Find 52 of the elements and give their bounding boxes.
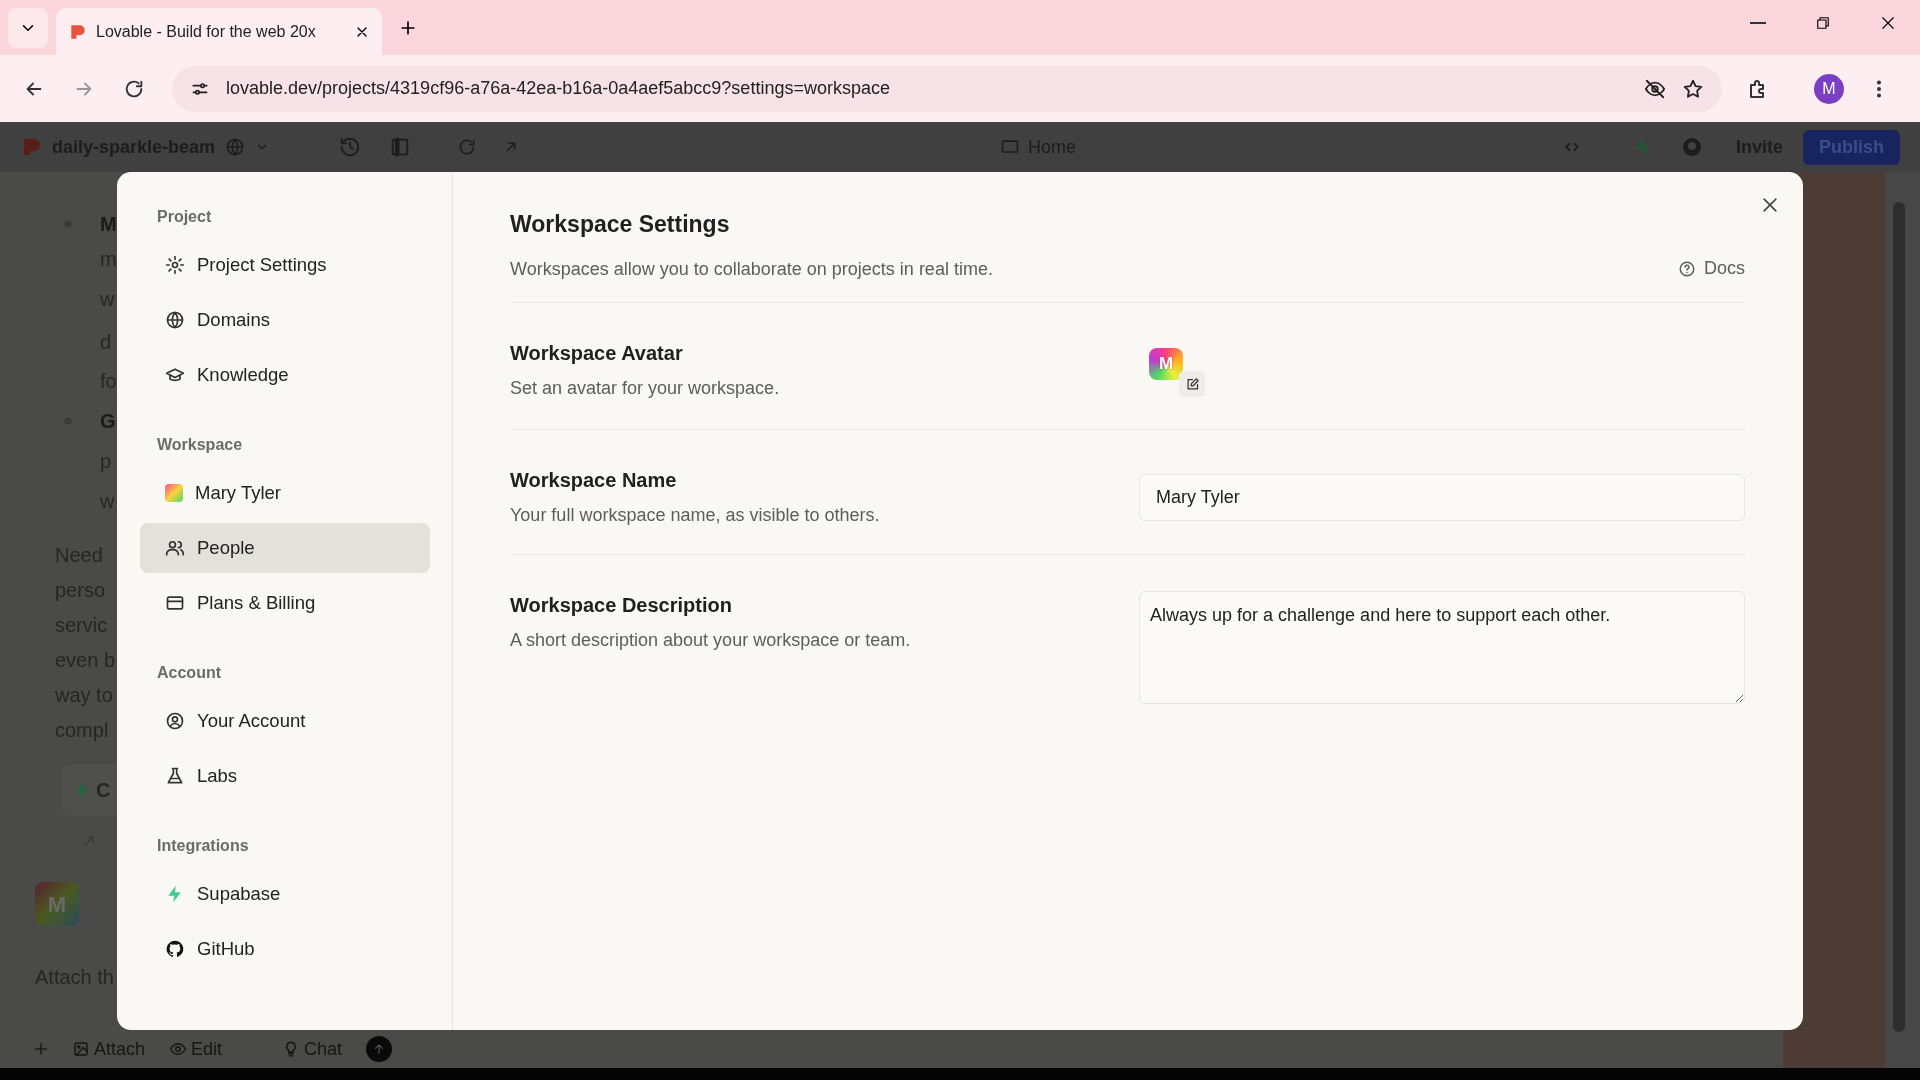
workspace-avatar-icon	[165, 484, 183, 502]
sidebar-item[interactable]: Mary Tyler	[140, 468, 430, 518]
sidebar-item[interactable]: Project Settings	[140, 240, 430, 290]
profile-avatar[interactable]: M	[1814, 73, 1844, 104]
user-circle-icon	[165, 711, 185, 731]
history-icon[interactable]	[339, 136, 362, 158]
section-heading: Workspace	[156, 435, 244, 455]
sidebar-item[interactable]: Domains	[140, 295, 430, 345]
scrollbar-thumb[interactable]	[1893, 202, 1905, 1032]
reload-icon[interactable]	[457, 137, 478, 157]
address-bar[interactable]: lovable.dev/projects/4319cf96-a76a-42ea-b16a-0a4aef5abcc9?settings=workspace	[172, 65, 1722, 112]
field-title: Workspace Avatar	[510, 341, 684, 366]
field-description: Set an avatar for your workspace.	[510, 377, 781, 400]
send-button[interactable]	[366, 1036, 393, 1062]
eye-icon	[169, 1040, 188, 1058]
sidebar-item[interactable]: Plans & Billing	[140, 578, 430, 628]
edit-avatar-button[interactable]	[1179, 371, 1205, 397]
description-textarea[interactable]: Always up for a challenge and here to support each other.	[1139, 591, 1745, 704]
star-icon[interactable]	[1682, 77, 1704, 100]
field-title: Workspace Name	[510, 468, 678, 493]
globe-icon	[165, 310, 185, 330]
section-heading: Integrations	[156, 836, 250, 856]
globe-icon[interactable]	[225, 137, 246, 157]
sidebar-item[interactable]: Supabase	[140, 869, 430, 919]
minimize-icon	[1749, 22, 1766, 24]
sidebar-item[interactable]: Labs	[140, 751, 430, 801]
dialog-subtitle: Workspaces allow you to collaborate on projects in real time.	[510, 257, 993, 281]
browser-tab[interactable]: Lovable - Build for the web 20x	[56, 8, 382, 55]
edit-icon	[1184, 376, 1200, 392]
section-heading: Account	[156, 663, 222, 683]
sidebar-item[interactable]: GitHub	[140, 924, 430, 974]
name-input[interactable]: Mary Tyler	[1139, 474, 1745, 521]
eye-off-icon[interactable]	[1644, 77, 1666, 100]
field-description: A short description about your workspace or team.	[510, 629, 912, 652]
credit-card-icon	[165, 593, 185, 613]
image-icon	[72, 1040, 90, 1058]
sidebar-item[interactable]: Knowledge	[140, 350, 430, 400]
docs-link[interactable]: Docs	[1678, 255, 1745, 282]
field-title: Workspace Description	[510, 593, 733, 618]
field-description: Your full workspace name, as visible to others.	[510, 504, 881, 527]
section-heading: Project	[156, 207, 213, 227]
sidebar-item[interactable]: People	[140, 523, 430, 573]
sidebar-item[interactable]: Your Account	[140, 696, 430, 746]
dialog-title: Workspace Settings	[510, 210, 731, 238]
help-icon	[1678, 259, 1696, 278]
user-avatar: M	[35, 882, 79, 926]
flask-icon	[165, 766, 185, 786]
close-icon	[1760, 195, 1780, 215]
people-icon	[165, 538, 185, 558]
tab-title: Lovable - Build for the web 20x	[96, 21, 317, 42]
plus-icon[interactable]	[32, 1040, 50, 1058]
url-text: lovable.dev/projects/4319cf96-a76a-42ea-b16a-0a4aef5abcc9?settings=workspace	[226, 77, 891, 100]
